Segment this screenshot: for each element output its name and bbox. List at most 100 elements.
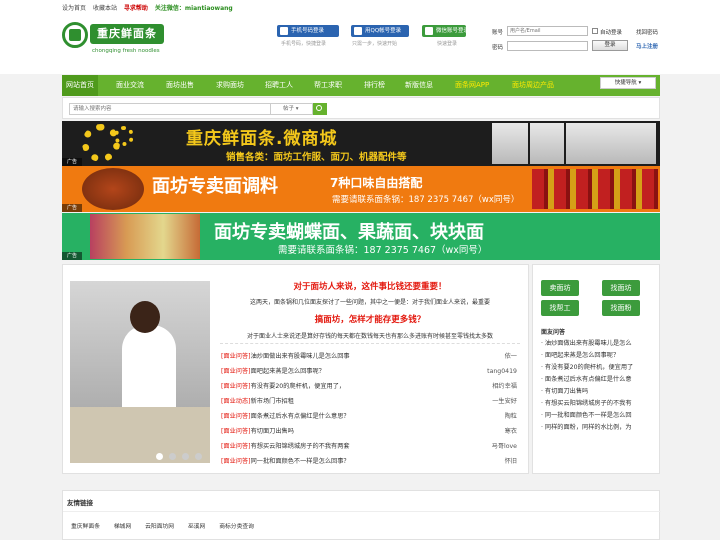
- ad1-photo-uniform: [530, 123, 564, 164]
- account-input[interactable]: [507, 26, 588, 36]
- wechat-login-button[interactable]: 微信账号登录: [422, 25, 469, 37]
- login-submit-button[interactable]: 登录: [592, 40, 628, 51]
- friend-links-title: 友情链接: [67, 499, 93, 507]
- qa-list-item[interactable]: [面业问答]面吧起来蒸是怎么回事呢？ tang0419: [221, 366, 517, 378]
- ad2-noodle-bowl-image: [82, 168, 144, 210]
- nav-item-ranking[interactable]: 排行榜: [364, 75, 385, 96]
- wechat-login-hint: 快速登录: [437, 41, 458, 47]
- password-label: 密码: [492, 45, 504, 51]
- quick-nav-button[interactable]: 快捷导航 ▾: [600, 77, 656, 89]
- friend-link[interactable]: 巫溪网: [188, 524, 205, 530]
- slide-dot[interactable]: [195, 453, 202, 460]
- logo-emblem-icon: [62, 22, 88, 48]
- divider: [220, 343, 520, 344]
- auto-login-label: 自动登录: [600, 30, 623, 36]
- sidebar-qa-item[interactable]: · 油炒面做出来有股霉味儿是怎么: [541, 339, 653, 349]
- logo-title: 重庆鲜面条: [90, 24, 164, 44]
- wechat-follow-link[interactable]: 关注微信：miantiaowang: [155, 5, 233, 12]
- slideshow-image[interactable]: [70, 281, 210, 463]
- qq-login-button[interactable]: 用QQ帐号登录: [351, 25, 409, 37]
- gear-icon: [114, 126, 134, 146]
- ad2-title: 面坊专卖面调料: [152, 176, 278, 197]
- sidebar-qa-item[interactable]: · 同样的面粉，同样的水比例，为: [541, 423, 653, 433]
- bookmark-link[interactable]: 收藏本站: [93, 5, 117, 12]
- slide-dot[interactable]: [182, 453, 189, 460]
- ad-banner-mall[interactable]: 重庆鲜面条.微商城 销售各类：面坊工作服、面刀、机器配件等 广告: [62, 121, 660, 166]
- gear-icon: [82, 124, 120, 162]
- qa-list-item[interactable]: [面业问答]油炒面做出来有股霉味儿是怎么回事 依一: [221, 351, 517, 363]
- phone-login-button[interactable]: 手机号码登录: [277, 25, 339, 37]
- slide-dot[interactable]: [169, 453, 176, 460]
- nav-item-buy-shop[interactable]: 求购面坊: [216, 75, 244, 96]
- nav-item-app[interactable]: 面条网APP: [455, 75, 489, 96]
- find-shop-button[interactable]: 找面坊: [602, 280, 640, 296]
- headline-title-2[interactable]: 搞面坊，怎样才能存更多钱？: [220, 313, 520, 325]
- account-label: 账号: [492, 30, 504, 36]
- qa-list-item[interactable]: [面业问答]同一批和面颜色不一样是怎么回事？ 怀旧: [221, 456, 517, 468]
- find-helper-button[interactable]: 找帮工: [541, 300, 579, 316]
- logo-subtitle: chongqing fresh noodles: [92, 48, 160, 54]
- search-scope-select[interactable]: 帖子 ▾: [271, 103, 313, 115]
- friend-link[interactable]: 云阳面坊网: [145, 524, 174, 530]
- nav-item-exchange[interactable]: 面业交流: [116, 75, 144, 96]
- ad2-contact: 需要请联系面条锅：187 2375 7467（wx同号）: [332, 195, 520, 205]
- qa-list-item[interactable]: [面业问答]面条煮过后水有点偏红是什么意思？ 陶粒: [221, 411, 517, 423]
- sidebar-qa-item[interactable]: · 同一批和面颜色不一样是怎么回: [541, 411, 653, 421]
- ad2-subtitle: 7种口味自由搭配: [330, 176, 423, 190]
- qq-icon: [354, 27, 362, 35]
- qa-list-item[interactable]: [面业问答]有切面刀出售吗 寒衣: [221, 426, 517, 438]
- sidebar-qa-item[interactable]: · 有没有要20的爬杆机，便宜用了: [541, 363, 653, 373]
- slide-person-head: [130, 301, 160, 333]
- headline-title[interactable]: 对于面坊人来说，这件事比钱还要重要！: [220, 280, 520, 292]
- sidebar-qa-item[interactable]: · 有想买云阳锦绣城房子的不我有: [541, 399, 653, 409]
- sidebar-qa-item[interactable]: · 面条煮过后水有点偏红是什么意: [541, 375, 653, 385]
- main-nav: 网站首页 面业交流 面坊出售 求购面坊 招聘工人 帮工求职 排行榜 新版信息 面…: [62, 75, 660, 96]
- site-logo[interactable]: 重庆鲜面条 chongqing fresh noodles: [62, 22, 172, 62]
- top-bar: 设为首页 收藏本站 寻求帮助 关注微信：miantiaowang: [0, 0, 720, 14]
- qa-list-item[interactable]: [面业问答]有没有要20的爬杆机，便宜用了， 相约幸福: [221, 381, 517, 393]
- sidebar-qa-item[interactable]: · 面吧起来蒸是怎么回事呢？: [541, 351, 653, 361]
- ad3-title: 面坊专卖蝴蝶面、果蔬面、块块面: [214, 222, 484, 243]
- nav-item-recruit[interactable]: 招聘工人: [265, 75, 293, 96]
- sidebar-qa-item[interactable]: · 有切面刀出售吗: [541, 387, 653, 397]
- find-flour-button[interactable]: 找面粉: [602, 300, 640, 316]
- friend-link[interactable]: 商标分类查询: [219, 524, 254, 530]
- qa-list-item[interactable]: [面业动态]新市场门市招租 一生安好: [221, 396, 517, 408]
- phone-icon: [280, 27, 288, 35]
- nav-item-home[interactable]: 网站首页: [62, 75, 98, 96]
- ad-tag: 广告: [62, 204, 82, 212]
- nav-item-sell-shop[interactable]: 面坊出售: [166, 75, 194, 96]
- ad1-photo-products: [566, 123, 656, 164]
- sell-shop-button[interactable]: 卖面坊: [541, 280, 579, 296]
- sidebar-qa-title: 面友问答: [541, 329, 566, 336]
- friend-link[interactable]: 重庆鲜面条: [71, 524, 100, 530]
- ad-tag: 广告: [62, 158, 82, 166]
- password-input[interactable]: [507, 41, 588, 51]
- qa-list-item[interactable]: [面业问答]有想买云阳锦绣城房子的不我有两套 马哥love: [221, 441, 517, 453]
- nav-item-products[interactable]: 面坊周边产品: [512, 75, 554, 96]
- headline-summary: 这两天，面条锅和几位面友探讨了一些问题，其中之一便是：对于我们面业人来说，最重要: [249, 299, 490, 306]
- ad-banner-seasoning[interactable]: 面坊专卖面调料 7种口味自由搭配 需要请联系面条锅：187 2375 7467（…: [62, 166, 660, 212]
- ad2-seasoning-bags-image: [532, 169, 658, 209]
- friend-links: 重庆鲜面条 梯城网 云阳面坊网 巫溪网 商标分类查询: [71, 521, 266, 530]
- search-input[interactable]: [69, 103, 271, 115]
- forgot-password-link[interactable]: 找回密码: [636, 28, 658, 36]
- auto-login-checkbox[interactable]: [592, 28, 598, 34]
- ad1-subtitle: 销售各类：面坊工作服、面刀、机器配件等: [226, 152, 407, 163]
- register-link[interactable]: 马上注册: [636, 42, 658, 50]
- search-button[interactable]: [313, 103, 327, 115]
- qq-login-hint: 只需一步，快速开始: [352, 41, 398, 47]
- nav-item-new-info[interactable]: 新版信息: [405, 75, 433, 96]
- search-icon: [316, 105, 322, 111]
- ad-tag: 广告: [62, 252, 82, 260]
- ad-banner-noodles[interactable]: 面坊专卖蝴蝶面、果蔬面、块块面 需要请联系面条锅：187 2375 7467（w…: [62, 213, 660, 260]
- ad3-contact: 需要请联系面条锅：187 2375 7467（wx同号）: [278, 245, 488, 256]
- nav-item-job-seek[interactable]: 帮工求职: [314, 75, 342, 96]
- seek-help-link[interactable]: 寻求帮助: [124, 5, 148, 12]
- ad1-photo-workers: [492, 123, 528, 164]
- slide-dot[interactable]: [156, 453, 163, 460]
- ad1-title: 重庆鲜面条.微商城: [186, 129, 338, 149]
- friend-links-panel: 友情链接 重庆鲜面条 梯城网 云阳面坊网 巫溪网 商标分类查询: [62, 490, 661, 540]
- friend-link[interactable]: 梯城网: [114, 524, 131, 530]
- set-homepage-link[interactable]: 设为首页: [62, 5, 86, 12]
